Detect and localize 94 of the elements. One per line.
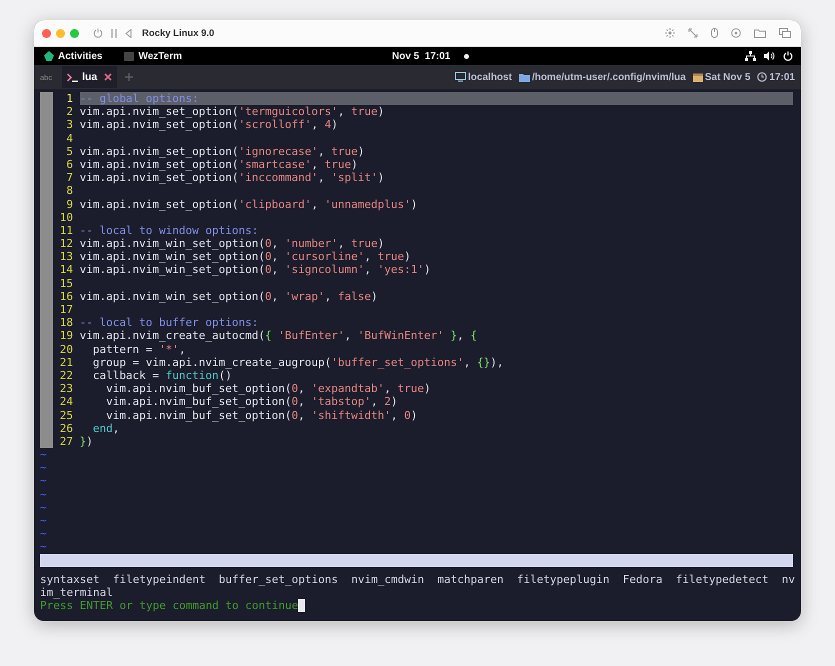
window-title: Rocky Linux 9.0 bbox=[142, 28, 214, 38]
line-number: 12 bbox=[58, 237, 74, 250]
code-line: group = vim.api.nvim_create_augroup('buffer_set_options', {}), bbox=[92, 356, 504, 369]
line-number: 7 bbox=[65, 171, 74, 184]
clock-icon bbox=[757, 72, 768, 82]
code-line: vim.api.nvim_set_option('termguicolors', true) bbox=[80, 105, 386, 118]
line-number: 4 bbox=[65, 132, 74, 145]
resize-icon[interactable] bbox=[688, 28, 698, 38]
code-line: vim.api.nvim_set_option('clipboard', 'unnamedplus') bbox=[80, 198, 418, 211]
line-number: 2 bbox=[65, 105, 74, 118]
calendar-icon bbox=[692, 72, 703, 82]
status-text: /home/utm-user/.config/nvim/lua bbox=[532, 72, 686, 82]
notification-dot bbox=[464, 54, 470, 58]
line-number: 22 bbox=[58, 368, 74, 382]
line-number: 19 bbox=[58, 329, 74, 343]
line-number: 14 bbox=[58, 263, 74, 277]
empty-line-marker: ~ bbox=[40, 488, 47, 501]
terminal-tab[interactable]: lua bbox=[62, 66, 118, 88]
line-number: 5 bbox=[65, 144, 74, 158]
pause-icon[interactable] bbox=[111, 28, 117, 38]
line-number: 18 bbox=[58, 316, 74, 330]
close-button[interactable] bbox=[42, 28, 51, 38]
line-number: 6 bbox=[65, 158, 74, 172]
line-number: 16 bbox=[58, 290, 74, 303]
line-number: 15 bbox=[58, 276, 74, 290]
code-line: vim.api.nvim_set_option('ignorecase', true) bbox=[80, 144, 366, 158]
minimize-button[interactable] bbox=[56, 28, 65, 38]
empty-line-marker: ~ bbox=[40, 500, 47, 514]
empty-line-marker: ~ bbox=[40, 514, 47, 527]
monitor-icon bbox=[455, 72, 466, 82]
zoom-button[interactable] bbox=[70, 28, 79, 38]
line-number: 3 bbox=[65, 118, 74, 132]
code-line: -- local to buffer options: bbox=[80, 316, 260, 330]
folder-icon[interactable] bbox=[754, 28, 766, 38]
line-number: 23 bbox=[58, 382, 74, 396]
sign-column bbox=[40, 92, 54, 106]
code-line: -- local to window options: bbox=[80, 224, 260, 238]
prompt-icon bbox=[67, 72, 80, 82]
code-line: }) bbox=[80, 434, 94, 448]
close-icon[interactable] bbox=[104, 73, 112, 81]
line-number: 21 bbox=[58, 356, 74, 369]
terminal-icon bbox=[124, 52, 134, 60]
line-number: 13 bbox=[58, 250, 74, 264]
message-text: syntaxset filetypeindent buffer_set_options nvim_cmdwin matchparen filetypeplugin Fedora filetypedetect nv bbox=[40, 572, 795, 586]
activities-button[interactable]: Activities bbox=[58, 50, 102, 62]
line-number: 8 bbox=[65, 184, 74, 198]
message-text: im_terminal bbox=[40, 586, 113, 599]
code-line: end, bbox=[92, 422, 120, 435]
disc-icon[interactable] bbox=[731, 28, 741, 38]
line-number: 26 bbox=[58, 422, 74, 435]
code-line: vim.api.nvim_create_autocmd({ 'BufEnter', 'BufWinEnter' }, { bbox=[80, 329, 478, 343]
code-line: vim.api.nvim_set_option('smartcase', true) bbox=[80, 158, 359, 172]
code-line: vim.api.nvim_win_set_option(0, 'cursorline', true) bbox=[80, 250, 412, 264]
code-line: vim.api.nvim_win_set_option(0, 'wrap', false) bbox=[80, 290, 379, 303]
line-number: 24 bbox=[58, 395, 74, 408]
mouse-icon[interactable] bbox=[711, 28, 718, 38]
empty-line-marker: ~ bbox=[40, 527, 47, 540]
windows-icon[interactable] bbox=[779, 28, 791, 38]
code-line: callback = function() bbox=[92, 368, 232, 382]
code-line: vim.api.nvim_win_set_option(0, 'number', true) bbox=[80, 237, 386, 250]
code-line: pattern = '*', bbox=[92, 342, 187, 356]
volume-icon[interactable] bbox=[764, 51, 775, 61]
code-line: vim.api.nvim_buf_set_option(0, 'shiftwidth', 0) bbox=[105, 408, 418, 422]
line-number: 10 bbox=[58, 210, 74, 224]
status-text: 17:01 bbox=[769, 72, 795, 82]
code-line: vim.api.nvim_buf_set_option(0, 'expandtab', true) bbox=[105, 382, 432, 396]
prompt-message: Press ENTER or type command to continue bbox=[40, 598, 298, 612]
code-line: vim.api.nvim_set_option('inccommand', 'split') bbox=[80, 171, 386, 184]
status-text: Sat Nov 5 bbox=[704, 72, 750, 82]
clock-text[interactable]: Nov 5 17:01 bbox=[392, 50, 450, 62]
sparkle-icon[interactable] bbox=[665, 28, 675, 38]
code-line: vim.api.nvim_buf_set_option(0, 'tabstop', 2) bbox=[105, 395, 398, 408]
sign-column bbox=[40, 434, 54, 448]
empty-line-marker: ~ bbox=[40, 448, 47, 462]
empty-line-marker: ~ bbox=[40, 474, 47, 488]
line-number: 17 bbox=[58, 303, 74, 316]
logo-icon[interactable] bbox=[44, 51, 54, 61]
line-number: 27 bbox=[58, 434, 74, 448]
line-number: 11 bbox=[58, 224, 74, 238]
line-number: 9 bbox=[65, 198, 74, 211]
network-icon[interactable] bbox=[745, 51, 756, 61]
status-text: localhost bbox=[468, 72, 512, 82]
code-line: vim.api.nvim_set_option('scrolloff', 4) bbox=[80, 118, 339, 132]
line-number: 25 bbox=[58, 408, 74, 422]
code-line: vim.api.nvim_win_set_option(0, 'signcolumn', 'yes:1') bbox=[80, 263, 432, 277]
empty-line-marker: ~ bbox=[40, 461, 47, 474]
new-tab-icon[interactable] bbox=[125, 73, 134, 81]
back-icon[interactable] bbox=[125, 28, 132, 38]
app-name[interactable]: WezTerm bbox=[138, 50, 182, 62]
line-number: 1 bbox=[65, 92, 74, 106]
folder-icon bbox=[518, 72, 530, 82]
empty-line-marker: ~ bbox=[40, 540, 47, 554]
line-number: 20 bbox=[58, 342, 74, 356]
text-cursor bbox=[298, 599, 305, 612]
